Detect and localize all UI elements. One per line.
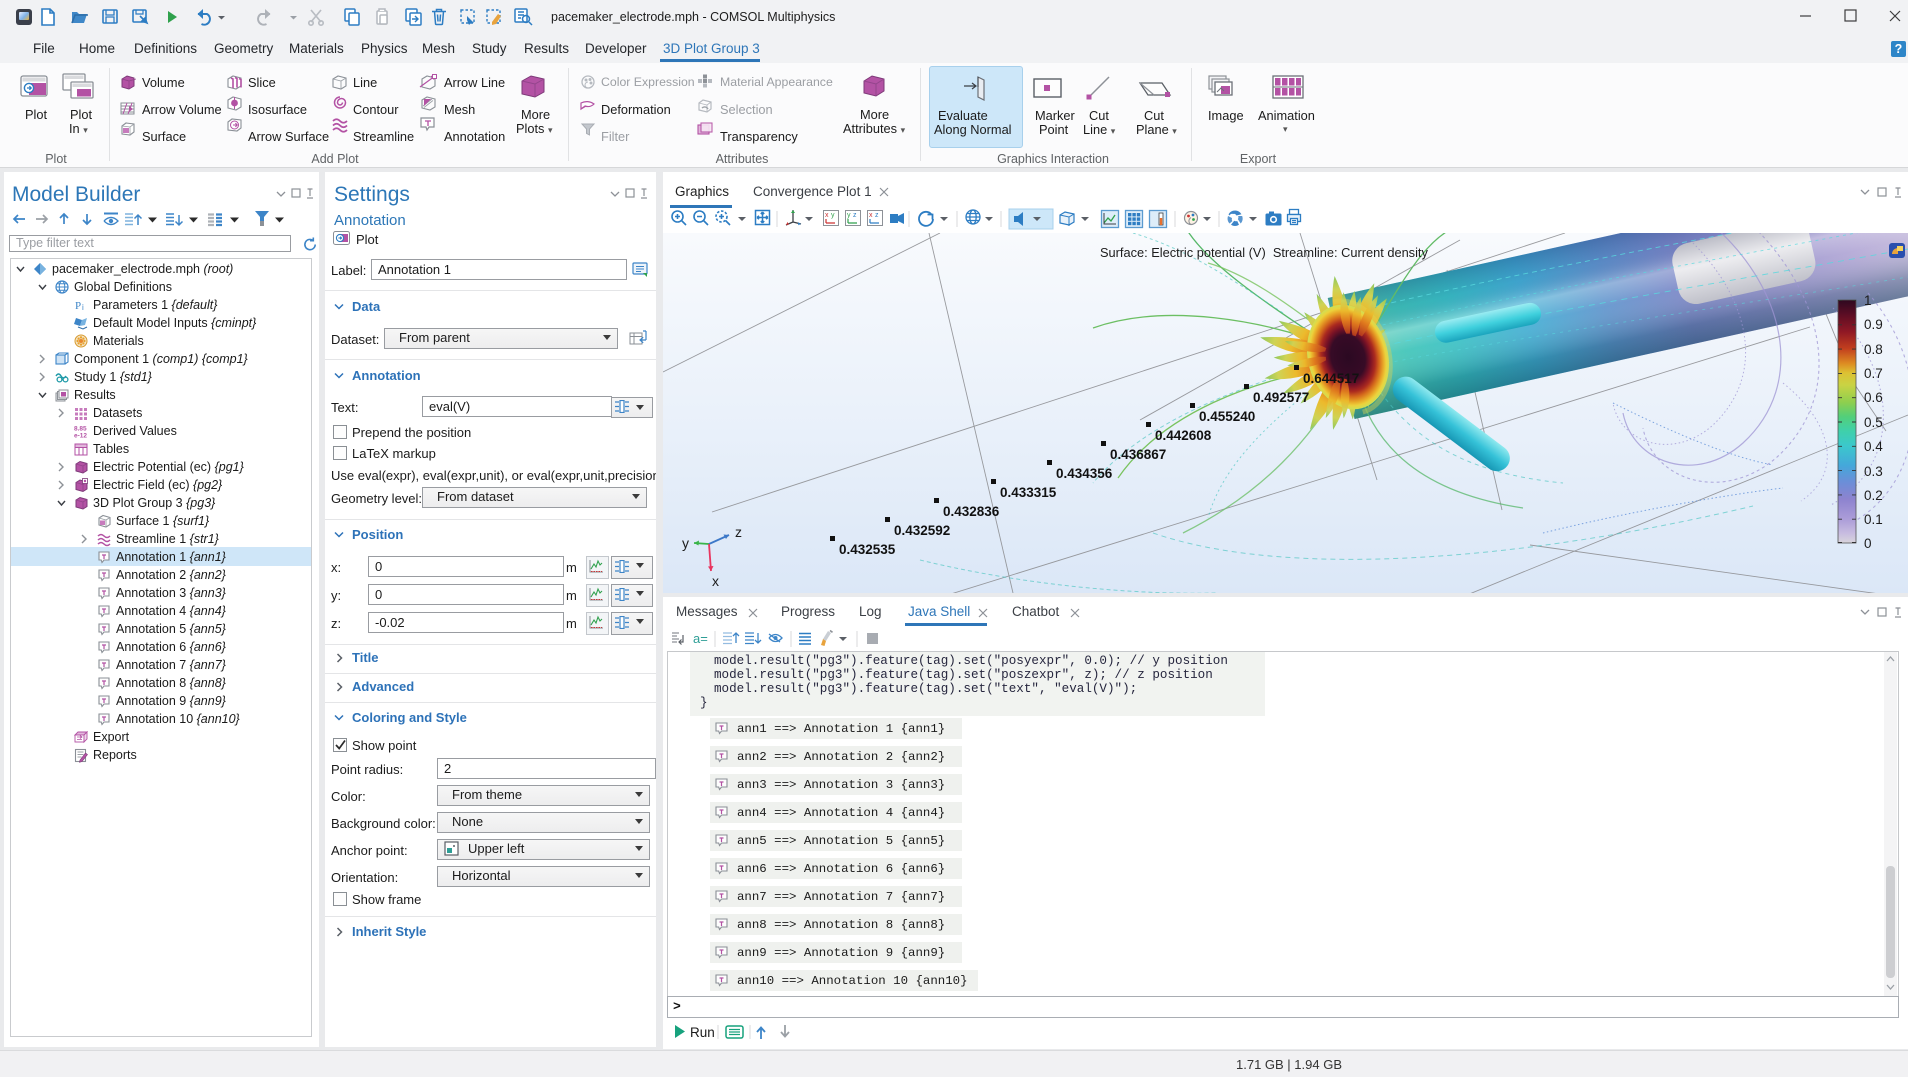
- svg-text:0.492577: 0.492577: [1253, 390, 1309, 405]
- svg-text:i: i: [82, 303, 84, 312]
- svg-text:a=: a=: [693, 631, 708, 646]
- svg-text:0.3: 0.3: [1864, 464, 1883, 479]
- svg-text:x: x: [712, 573, 719, 589]
- svg-text:0.8: 0.8: [1864, 342, 1883, 357]
- svg-text:x: x: [869, 212, 873, 219]
- svg-text:0.432836: 0.432836: [943, 504, 1000, 519]
- svg-text:0.7: 0.7: [1864, 366, 1883, 381]
- svg-text:0.6: 0.6: [1864, 390, 1883, 405]
- svg-text:x: x: [825, 212, 829, 219]
- svg-text:0.4: 0.4: [1864, 439, 1883, 454]
- svg-text:0.9: 0.9: [1864, 317, 1883, 332]
- svg-text:0.5: 0.5: [1864, 415, 1883, 430]
- svg-text:Surface: Electric potential (V: Surface: Electric potential (V) Streamli…: [1100, 245, 1428, 260]
- svg-text:y: y: [682, 535, 689, 551]
- svg-text:0: 0: [1864, 536, 1872, 551]
- svg-text:0.436867: 0.436867: [1110, 447, 1166, 462]
- svg-text:0.2: 0.2: [1864, 488, 1883, 503]
- svg-text:z: z: [735, 524, 742, 540]
- svg-text:z: z: [853, 212, 857, 219]
- svg-text:0.455240: 0.455240: [1199, 409, 1255, 424]
- svg-text:0.434356: 0.434356: [1056, 466, 1113, 481]
- svg-text:1: 1: [1864, 293, 1872, 308]
- svg-text:0.432535: 0.432535: [839, 542, 896, 557]
- svg-text:Run: Run: [690, 1025, 715, 1040]
- svg-text:0.644517: 0.644517: [1303, 371, 1359, 386]
- svg-text:0.1: 0.1: [1864, 512, 1883, 527]
- svg-text:0.432592: 0.432592: [894, 523, 950, 538]
- svg-text:y: y: [847, 212, 851, 219]
- svg-text:0.433315: 0.433315: [1000, 485, 1057, 500]
- svg-text:z: z: [875, 212, 879, 219]
- svg-text:y: y: [831, 212, 835, 219]
- svg-text:8.85: 8.85: [74, 426, 87, 433]
- svg-text:e-12: e-12: [74, 433, 87, 440]
- svg-text:P: P: [75, 300, 81, 312]
- svg-text:0.442608: 0.442608: [1155, 428, 1212, 443]
